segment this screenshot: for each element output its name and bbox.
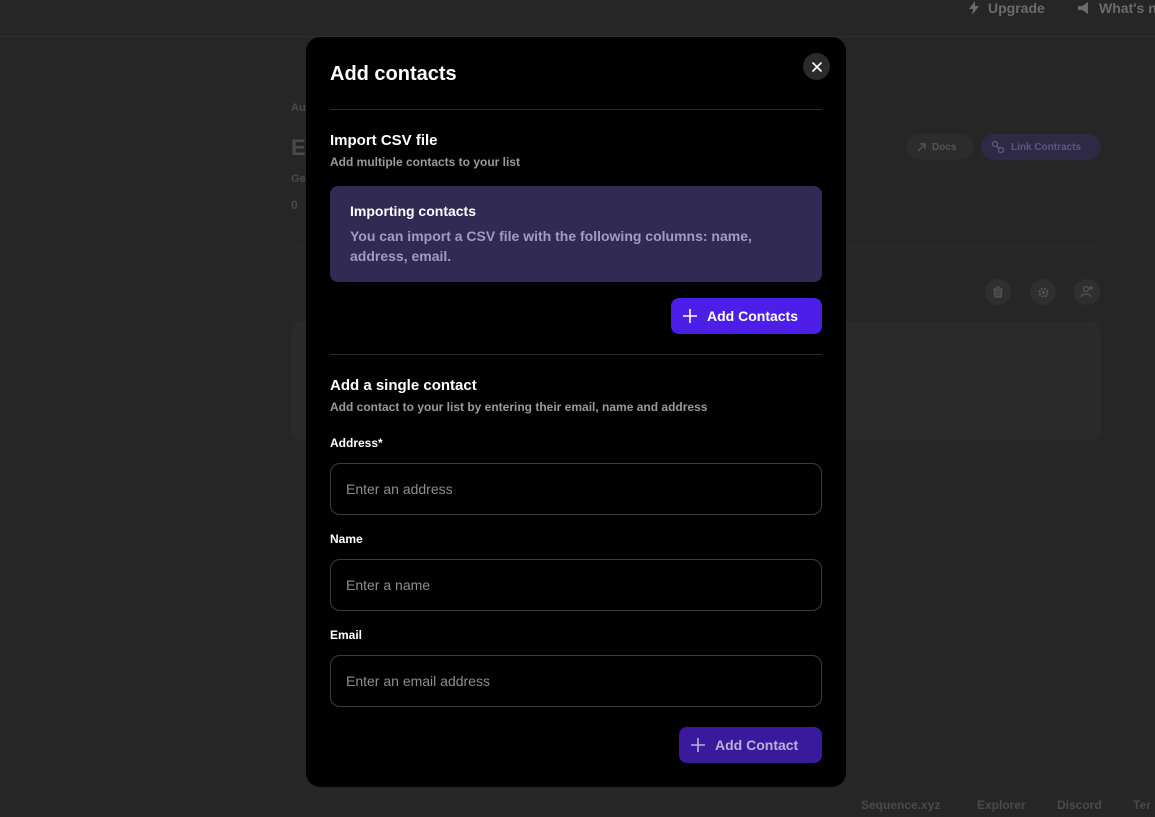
megaphone-icon	[1078, 2, 1088, 14]
whats-new-label: What's n	[1099, 0, 1155, 16]
csv-section-subtitle: Add multiple contacts to your list	[330, 155, 521, 169]
add-contacts-label: Add Contacts	[707, 308, 798, 324]
divider	[330, 109, 822, 110]
upgrade-link[interactable]: Upgrade	[968, 0, 1045, 16]
divider	[330, 354, 822, 355]
single-section-title: Add a single contact	[330, 377, 477, 394]
address-label: Address*	[330, 436, 383, 450]
link-contracts-button[interactable]: Link Contracts	[981, 134, 1101, 160]
page-subtitle: Ge	[291, 173, 306, 185]
plus-icon	[683, 309, 697, 323]
add-user-icon	[1080, 285, 1093, 298]
page: Upgrade What's n Au E Ge 0 Docs Link Con…	[0, 0, 1155, 817]
add-contacts-modal: Add contacts Import CSV file Add multipl…	[306, 37, 846, 787]
info-title: Importing contacts	[350, 203, 477, 219]
whats-new-link[interactable]: What's n	[1077, 0, 1155, 16]
footer-link-discord[interactable]: Discord	[1057, 798, 1102, 814]
footer-link-terms[interactable]: Ter	[1133, 798, 1151, 814]
link-icon	[991, 140, 1005, 154]
add-contact-button[interactable]: Add Contact	[679, 727, 822, 763]
settings-button[interactable]	[1030, 279, 1056, 305]
plus-icon	[691, 738, 705, 752]
arrow-up-right-icon	[917, 142, 926, 151]
csv-info-box: Importing contacts You can import a CSV …	[330, 186, 822, 282]
link-contracts-label: Link Contracts	[1011, 141, 1082, 153]
gear-icon	[1038, 287, 1048, 297]
email-input[interactable]	[330, 655, 822, 707]
modal-title: Add contacts	[330, 63, 457, 85]
footer-link-explorer[interactable]: Explorer	[977, 798, 1026, 814]
breadcrumb: Au	[291, 102, 306, 114]
page-title: E	[291, 135, 306, 160]
single-section-subtitle: Add contact to your list by entering the…	[330, 400, 708, 414]
upgrade-label: Upgrade	[988, 0, 1045, 16]
add-contact-label: Add Contact	[715, 737, 799, 753]
email-label: Email	[330, 628, 363, 642]
address-input[interactable]	[330, 463, 822, 515]
info-text: You can import a CSV file with the follo…	[350, 228, 752, 264]
top-bar: Upgrade What's n	[0, 0, 1155, 37]
delete-button[interactable]	[985, 279, 1011, 305]
csv-section-title: Import CSV file	[330, 132, 438, 149]
close-button[interactable]	[803, 53, 830, 80]
contact-count: 0	[291, 198, 298, 212]
docs-button[interactable]: Docs	[907, 134, 973, 160]
close-icon	[811, 61, 822, 72]
name-label: Name	[330, 532, 363, 546]
docs-label: Docs	[932, 141, 957, 153]
lightning-icon	[969, 1, 979, 15]
add-contacts-button[interactable]: Add Contacts	[671, 298, 822, 334]
trash-icon	[993, 286, 1003, 298]
footer-link-sequence[interactable]: Sequence.xyz	[861, 798, 940, 814]
add-user-button[interactable]	[1074, 279, 1100, 305]
name-input[interactable]	[330, 559, 822, 611]
